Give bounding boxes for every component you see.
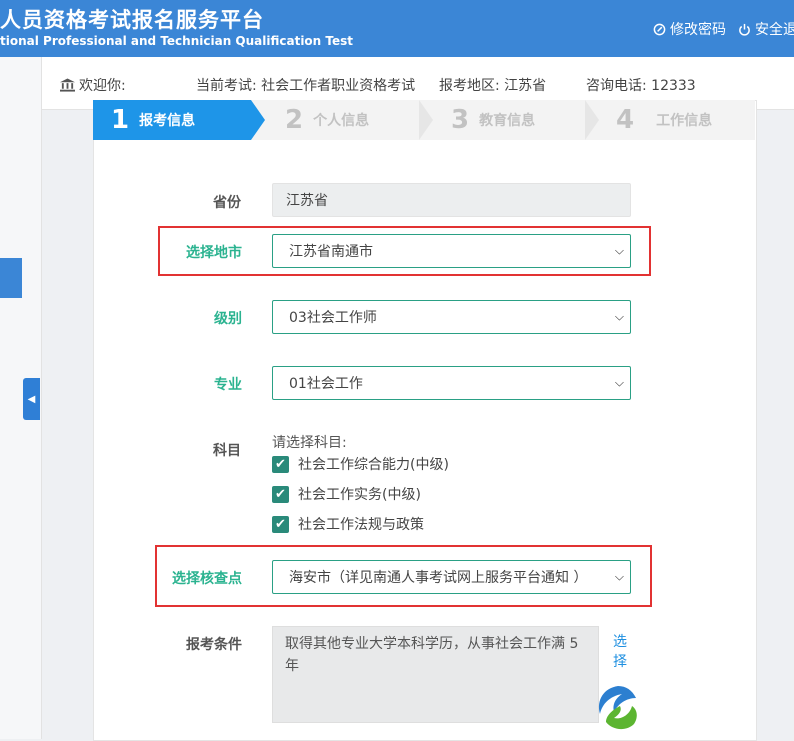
chevron-down-icon: ⌵	[614, 309, 624, 324]
chevron-down-icon: ⌵	[614, 375, 624, 390]
city-select[interactable]: 江苏省南通市 ⌵	[272, 234, 631, 268]
step-number: 1	[111, 105, 130, 135]
phone-text: 咨询电话: 12333	[586, 78, 696, 94]
sidebar-active-item[interactable]	[0, 258, 22, 298]
step-label: 个人信息	[313, 113, 370, 129]
major-value: 01社会工作	[289, 376, 363, 392]
condition-textarea[interactable]: 取得其他专业大学本科学历，从事社会工作满 5 年	[272, 626, 599, 723]
checkbox-checked-icon[interactable]: ✔	[272, 515, 289, 533]
subject-checkbox-row[interactable]: ✔ 社会工作法规与政策	[272, 514, 424, 534]
change-password-label: 修改密码	[670, 22, 726, 38]
step-label: 工作信息	[656, 113, 713, 129]
subject-label: 社会工作综合能力(中级)	[298, 457, 449, 473]
chevron-down-icon: ⌵	[614, 243, 624, 258]
step-label: 报考信息	[139, 113, 196, 129]
city-value: 江苏省南通市	[289, 244, 373, 260]
checkbox-checked-icon[interactable]: ✔	[272, 455, 289, 473]
step-1: 1 报考信息	[93, 100, 251, 140]
step-arrow	[585, 100, 599, 140]
logout-label: 安全退	[755, 22, 794, 38]
step-3: 3 教育信息	[451, 100, 535, 140]
step-number: 2	[285, 105, 304, 135]
welcome-text: 欢迎你:	[60, 75, 126, 95]
subject-checkbox-row[interactable]: ✔ 社会工作综合能力(中级)	[272, 454, 449, 474]
caret-left-icon: ◀	[27, 393, 36, 405]
level-label: 级别	[214, 311, 242, 327]
checkbox-checked-icon[interactable]: ✔	[272, 485, 289, 503]
province-field: 江苏省	[272, 183, 631, 217]
step-4: 4 工作信息	[616, 100, 712, 140]
change-password-link[interactable]: 修改密码	[653, 19, 726, 39]
major-select[interactable]: 01社会工作 ⌵	[272, 366, 631, 400]
welcome-label: 欢迎你:	[79, 78, 126, 94]
step-2: 2 个人信息	[285, 100, 369, 140]
subject-checkbox-row[interactable]: ✔ 社会工作实务(中级)	[272, 484, 421, 504]
step-label: 教育信息	[479, 113, 536, 129]
city-label: 选择地市	[186, 245, 242, 261]
step-progress: 1 报考信息 2 个人信息 3 教育信息 4 工作信息	[93, 100, 755, 140]
logout-link[interactable]: 安全退	[738, 19, 794, 39]
top-header: 人员资格考试报名服务平台 tional Professional and Tec…	[0, 0, 794, 57]
platform-subtitle: tional Professional and Technician Quali…	[0, 34, 354, 48]
checkpoint-select[interactable]: 海安市（详见南通人事考试网上服务平台通知 ） ⌵	[272, 560, 631, 594]
region-text: 报考地区: 江苏省	[439, 78, 547, 94]
step-arrow	[419, 100, 433, 140]
site-logo-icon	[598, 686, 637, 730]
step-number: 4	[616, 105, 635, 135]
sidebar-collapse-toggle[interactable]: ◀	[23, 378, 40, 420]
subject-label: 社会工作法规与政策	[298, 517, 424, 533]
bank-icon	[60, 78, 75, 92]
chevron-down-icon: ⌵	[614, 569, 624, 584]
step-number: 3	[451, 105, 470, 135]
major-label: 专业	[214, 377, 242, 393]
subjects-prompt: 请选择科目:	[272, 435, 347, 451]
pick-condition-link[interactable]: 选择	[613, 632, 629, 672]
level-select[interactable]: 03社会工作师 ⌵	[272, 300, 631, 334]
province-value: 江苏省	[286, 193, 328, 209]
province-label: 省份	[213, 195, 241, 211]
current-exam-text: 当前考试: 社会工作者职业资格考试	[196, 78, 416, 94]
step-arrow	[251, 100, 265, 140]
subjects-label: 科目	[213, 443, 241, 459]
power-icon	[739, 23, 750, 36]
subject-label: 社会工作实务(中级)	[298, 487, 421, 503]
platform-title: 人员资格考试报名服务平台	[0, 8, 264, 32]
checkpoint-value: 海安市（详见南通人事考试网上服务平台通知 ）	[289, 570, 588, 586]
edit-icon	[653, 23, 666, 35]
checkpoint-label: 选择核查点	[172, 571, 242, 587]
condition-label: 报考条件	[186, 637, 242, 653]
level-value: 03社会工作师	[289, 310, 377, 326]
